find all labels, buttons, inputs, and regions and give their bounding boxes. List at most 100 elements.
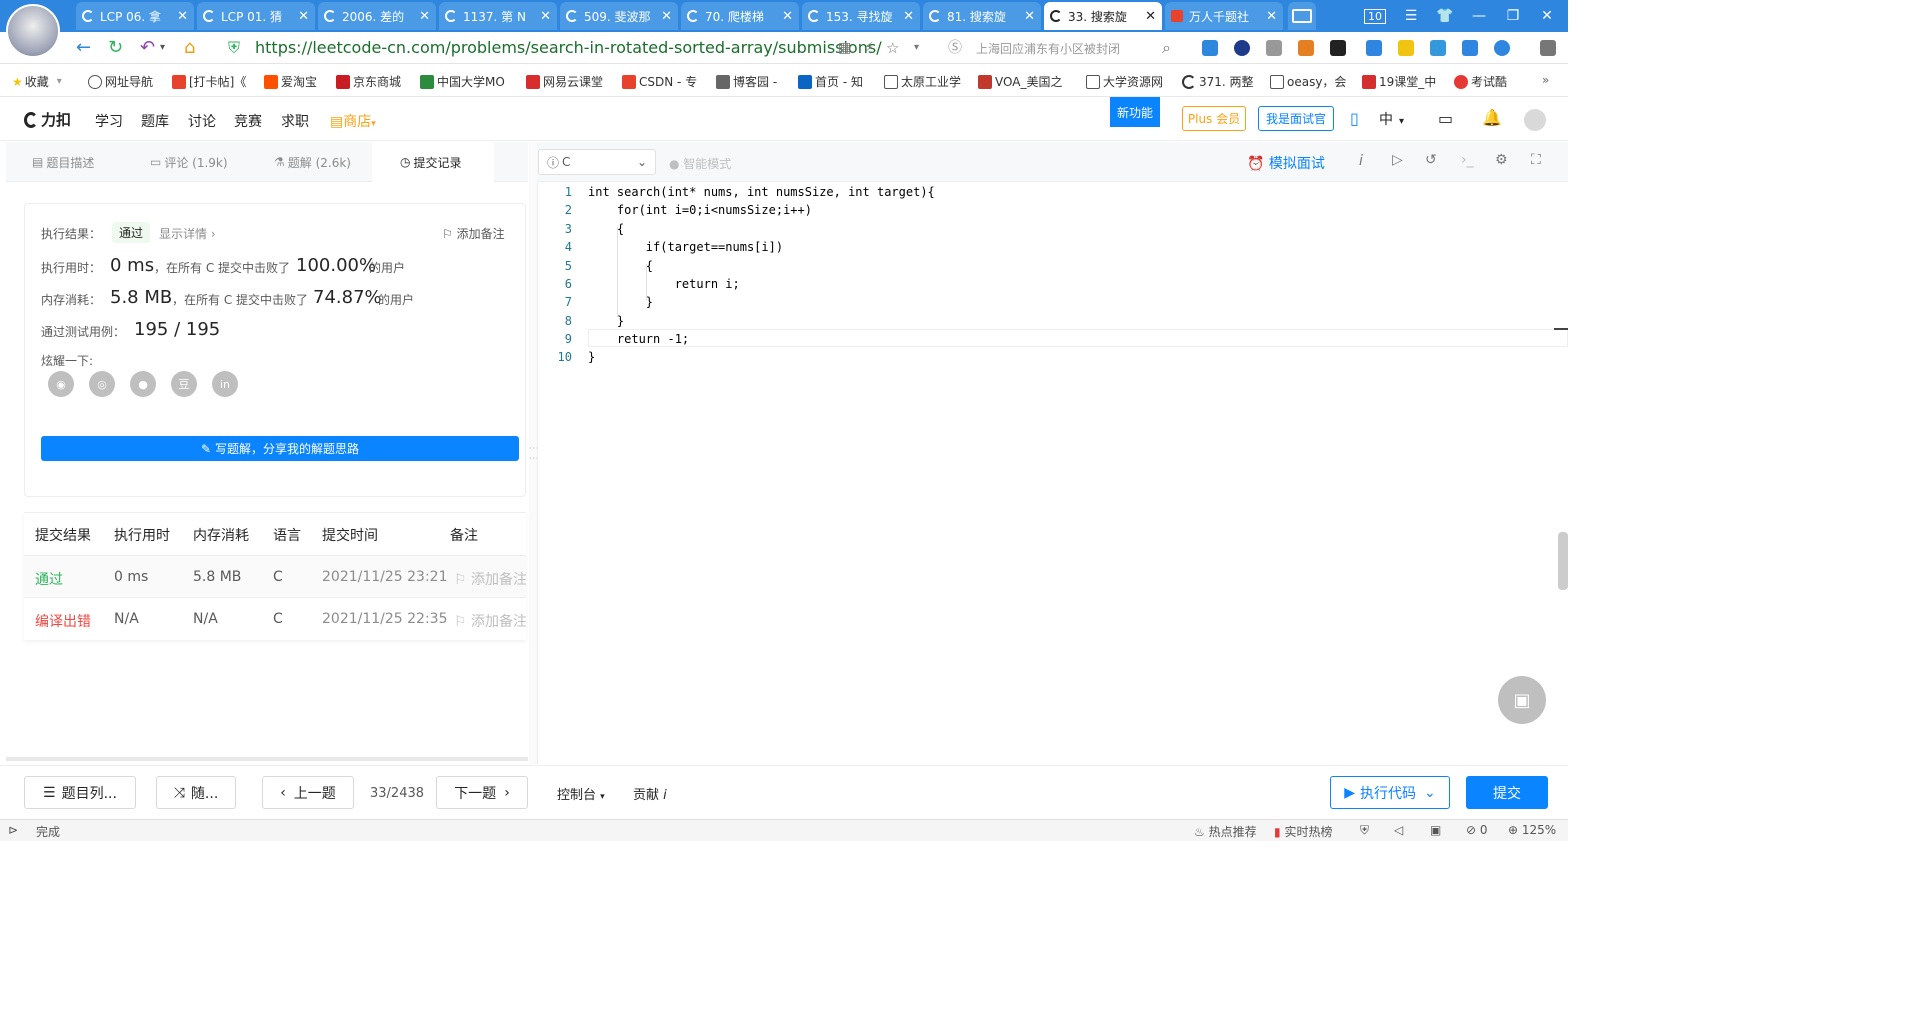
key-icon[interactable] (1398, 40, 1414, 56)
new-tab-button[interactable] (1288, 2, 1316, 30)
code-line[interactable]: } (588, 350, 595, 364)
chevron-down-icon[interactable]: ▾ (914, 38, 919, 58)
close-icon[interactable]: ✕ (1262, 9, 1277, 24)
lightning-icon[interactable]: ⚡ (864, 38, 874, 58)
wechat-icon[interactable]: ◉ (48, 371, 74, 397)
row-result[interactable]: 通过 (35, 569, 63, 589)
nav-study[interactable]: 学习 (95, 111, 123, 131)
bookmark-item[interactable]: [打卡帖]《 (172, 73, 246, 90)
code-line[interactable]: if(target==nums[i]) (588, 240, 783, 254)
bookmark-item[interactable]: VOA_美国之 (978, 73, 1062, 90)
lock-icon[interactable]: ▣ (1430, 823, 1441, 837)
weibo-icon[interactable]: ◎ (89, 371, 115, 397)
row-result[interactable]: 编译出错 (35, 611, 91, 631)
qq-icon[interactable]: ● (130, 371, 156, 397)
browser-tab-active[interactable]: 33. 搜索旋 ✕ (1044, 2, 1162, 30)
language-switch[interactable]: 中 ▾ (1379, 109, 1404, 129)
terminal-icon[interactable]: ›_ (1461, 152, 1474, 168)
qr-icon[interactable]: ▦ (838, 38, 851, 58)
reader-icon[interactable] (1298, 40, 1314, 56)
url-field[interactable]: https://leetcode-cn.com/problems/search-… (255, 38, 882, 57)
bookmark-item[interactable]: ★ 收藏 ▾ (12, 73, 62, 90)
bookmark-item[interactable]: 大学资源网 (1086, 73, 1163, 90)
shield-check-icon[interactable] (1462, 40, 1478, 56)
screenshot-icon[interactable] (1330, 40, 1346, 56)
bookmark-item[interactable]: 太原工业学 (884, 73, 961, 90)
code-editor[interactable]: 1 2 3 4 5 6 7 8 9 10 int search(int* num… (537, 182, 1568, 764)
sidebar-toggle-icon[interactable]: ⊳ (8, 823, 18, 837)
smart-mode-toggle[interactable]: ● 智能模式 (669, 155, 731, 172)
interviewer-button[interactable]: 我是面试官 (1258, 106, 1334, 131)
nav-jobs[interactable]: 求职 (281, 111, 309, 131)
contribute-button[interactable]: 贡献 i (633, 784, 667, 803)
reset-icon[interactable]: ↺ (1425, 152, 1437, 168)
close-icon[interactable]: ✕ (1141, 9, 1156, 24)
chevron-down-icon[interactable]: ▾ (160, 38, 165, 58)
bookmark-item[interactable]: 博客园 - (716, 73, 777, 90)
blocked-count[interactable]: ⊘ 0 (1466, 823, 1488, 837)
table-row[interactable]: 编译出错 N/A N/A C 2021/11/25 22:35 ⚐ 添加备注 (24, 597, 526, 639)
nav-discuss[interactable]: 讨论 (188, 111, 216, 131)
code-line[interactable]: } (588, 295, 653, 309)
nav-problems[interactable]: 题库 (141, 111, 169, 131)
back-icon[interactable]: ← (76, 38, 91, 58)
bookmark-item[interactable]: 371. 两整 (1182, 73, 1254, 90)
code-line[interactable]: int search(int* nums, int numsSize, int … (588, 185, 935, 199)
bookmark-item[interactable]: 网易云课堂 (526, 73, 603, 90)
check-icon[interactable] (1266, 40, 1282, 56)
settings-icon[interactable]: ⚙ (1495, 152, 1508, 168)
plus-member-button[interactable]: Plus 会员 (1182, 106, 1246, 131)
panel-splitter[interactable]: ⋮⋮ (528, 142, 539, 764)
leetcode-logo[interactable]: 力扣 (24, 109, 71, 130)
star-icon[interactable]: ☆ (886, 38, 899, 58)
code-line[interactable]: { (588, 222, 624, 236)
browser-tab[interactable]: 2006. 差的 ✕ (318, 2, 436, 30)
bookmark-item[interactable]: 首页 - 知 (798, 73, 863, 90)
code-line[interactable]: return -1; (588, 332, 689, 346)
maximize-icon[interactable]: ❐ (1496, 0, 1530, 32)
add-note-button[interactable]: ⚐ 添加备注 (442, 225, 505, 242)
info-italic-icon[interactable]: i (1359, 153, 1363, 169)
refresh-icon[interactable]: ↻ (108, 38, 123, 58)
nav-shop[interactable]: ▤商店▾ (330, 111, 376, 131)
shield-icon[interactable]: ⛨ (1360, 823, 1369, 838)
code-line[interactable]: { (588, 259, 653, 273)
random-button[interactable]: ⤨ 随... (156, 776, 236, 809)
browser-tab[interactable]: 153. 寻找旋 ✕ (802, 2, 920, 30)
download-icon[interactable] (1202, 40, 1218, 56)
code-line[interactable]: return i; (588, 277, 740, 291)
close-icon[interactable]: ✕ (173, 9, 188, 24)
code-line[interactable]: } (588, 314, 624, 328)
browser-tab[interactable]: 70. 爬楼梯 ✕ (681, 2, 799, 30)
bookmark-item[interactable]: 考试酷 (1454, 73, 1507, 90)
tab-submissions[interactable]: ◷ 提交记录 (372, 142, 494, 182)
bookmark-item[interactable]: 京东商城 (336, 73, 401, 90)
skin-icon[interactable]: 👕 (1428, 0, 1462, 32)
bookmark-item[interactable]: 网址导航 (88, 73, 153, 90)
user-avatar[interactable] (6, 4, 60, 58)
play-icon[interactable]: ▷ (1392, 152, 1403, 168)
browser-tab[interactable]: 万人千题社 ✕ (1165, 2, 1283, 30)
login-icon[interactable] (1366, 40, 1382, 56)
prev-problem-button[interactable]: ‹ 上一题 (262, 776, 354, 809)
hot-news-button[interactable]: ♨ 热点推荐 (1194, 823, 1257, 840)
bookmark-item[interactable]: 爱淘宝 (264, 73, 317, 90)
close-icon[interactable]: ✕ (294, 9, 309, 24)
close-icon[interactable]: ✕ (415, 9, 430, 24)
table-row[interactable]: 通过 0 ms 5.8 MB C 2021/11/25 23:21 ⚐ 添加备注 (24, 555, 526, 597)
translate-icon[interactable] (1430, 40, 1446, 56)
write-solution-button[interactable]: ✎ 写题解，分享我的解题思路 (41, 436, 519, 461)
close-icon[interactable]: ✕ (657, 9, 672, 24)
bookmark-item[interactable]: 19课堂_中 (1362, 73, 1436, 90)
minimize-icon[interactable]: — (1462, 0, 1496, 32)
more-bookmarks-icon[interactable]: » (1542, 73, 1549, 87)
more-icon[interactable] (1540, 40, 1556, 56)
tab-description[interactable]: ▤ 题目描述 (32, 142, 94, 182)
submit-button[interactable]: 提交 (1466, 776, 1548, 809)
vertical-scrollbar[interactable] (1558, 532, 1568, 590)
run-code-button[interactable]: ▶ 执行代码 ⌄ (1330, 776, 1450, 809)
nav-contest[interactable]: 竞赛 (234, 111, 262, 131)
scissors-icon[interactable] (1494, 40, 1510, 56)
browser-tab[interactable]: 1137. 第 N ✕ (439, 2, 557, 30)
browser-tab[interactable]: 81. 搜索旋 ✕ (923, 2, 1041, 30)
